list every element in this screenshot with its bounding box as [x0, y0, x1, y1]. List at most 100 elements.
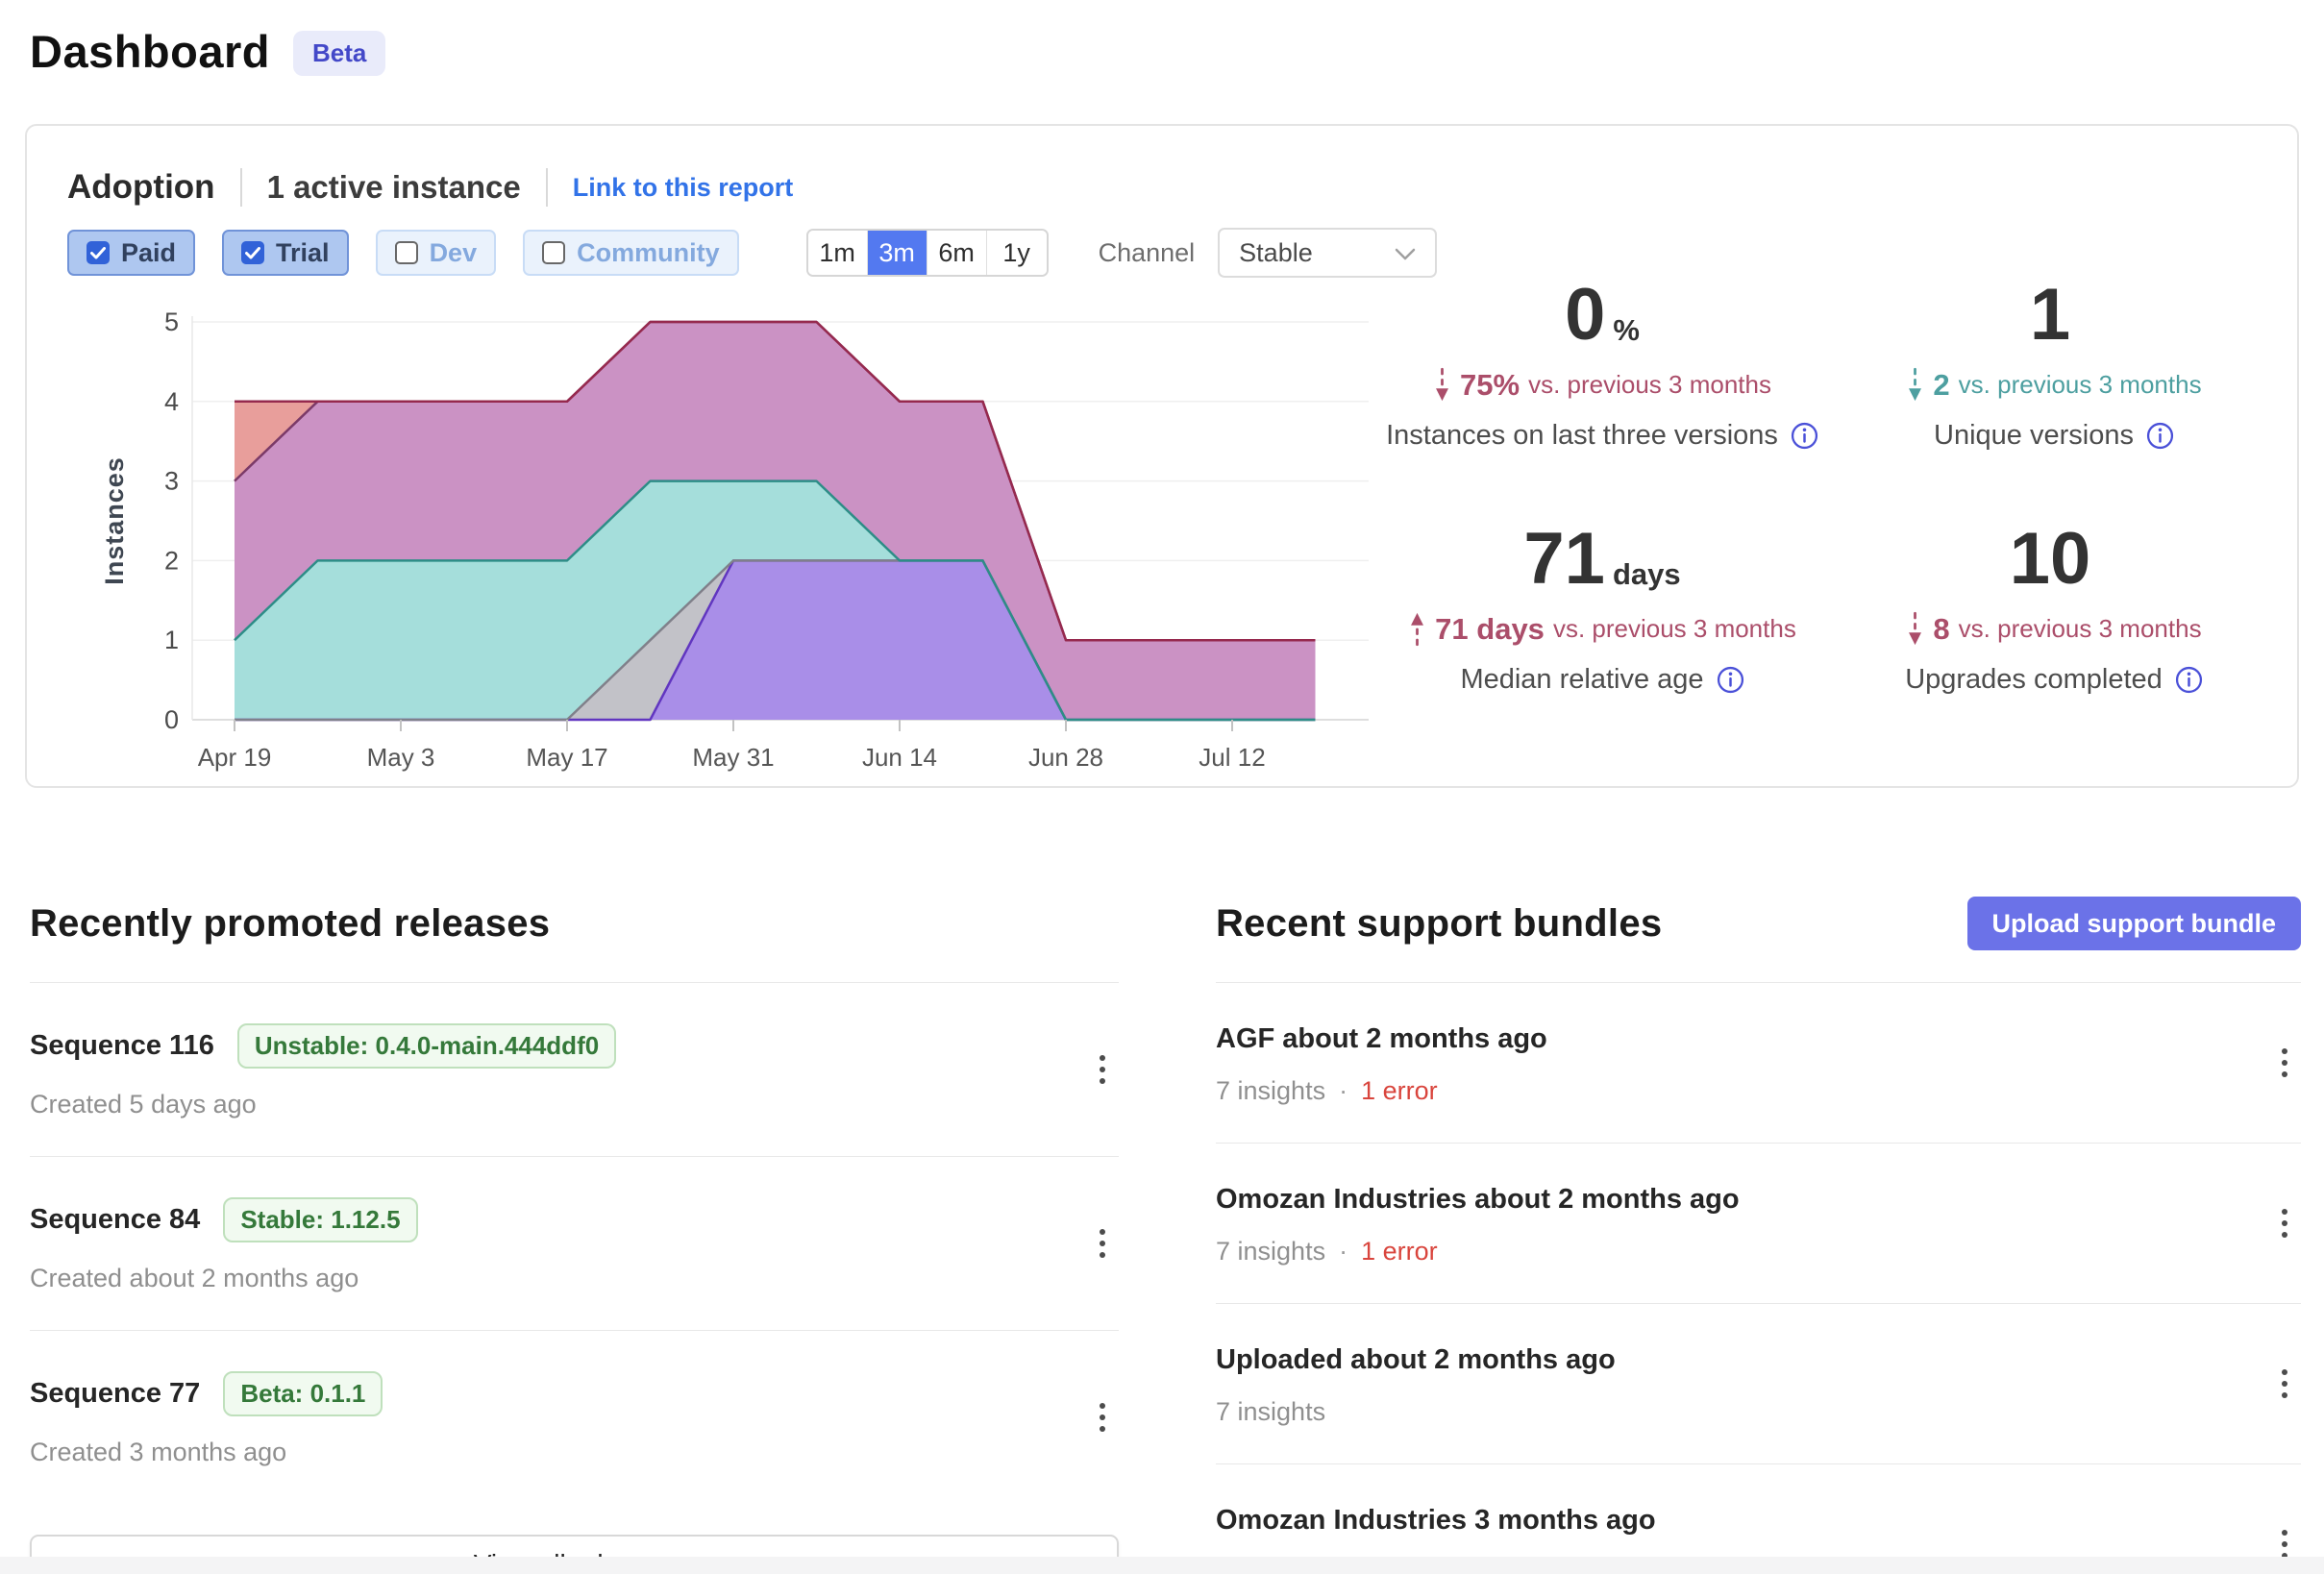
adoption-stats: 0 % 75% vs. previous 3 months Instances … [1376, 261, 2280, 750]
range-3m-button[interactable]: 3m [868, 231, 927, 275]
adoption-area-chart: 5 4 3 2 1 0 Apr 19 May 3 May 17 May 31 Jun 14 Jun 2… [98, 300, 1376, 780]
filter-chip-trial[interactable]: Trial [222, 230, 349, 276]
svg-text:Instances: Instances [100, 456, 129, 585]
active-instances-count: 1 active instance [267, 169, 521, 206]
stat-upgrades-completed: 10 8 vs. previous 3 months Upgrades comp… [1828, 505, 2280, 750]
release-row[interactable]: Sequence 77 Beta: 0.1.1 Created 3 months… [30, 1331, 1119, 1504]
svg-text:5: 5 [164, 307, 179, 336]
bundle-insights: 7 insights [1216, 1237, 1325, 1267]
bundle-errors: 1 error [1361, 1237, 1438, 1267]
stat-label: Instances on last three versions [1376, 420, 1828, 452]
filter-chip-label: Paid [121, 238, 176, 268]
release-row[interactable]: Sequence 84 Stable: 1.12.5 Created about… [30, 1157, 1119, 1331]
release-title: Sequence 84 [30, 1204, 200, 1236]
bottom-edge-strip [0, 1557, 2324, 1574]
filter-chip-label: Dev [430, 238, 478, 268]
divider [546, 168, 548, 207]
kebab-menu-icon[interactable] [1092, 1395, 1113, 1439]
stat-label: Upgrades completed [1828, 664, 2280, 696]
checkbox-icon [241, 241, 264, 264]
svg-text:May 17: May 17 [526, 743, 607, 772]
stat-value: 1 [2030, 279, 2078, 352]
arrow-down-dashed-icon [1433, 367, 1451, 403]
kebab-menu-icon[interactable] [2274, 1201, 2295, 1245]
info-icon[interactable] [2146, 422, 2174, 450]
filter-chip-label: Trial [276, 238, 330, 268]
bundle-title: AGF about 2 months ago [1216, 1023, 1547, 1055]
stat-instances-last-three-versions: 0 % 75% vs. previous 3 months Instances … [1376, 261, 1828, 505]
info-icon[interactable] [1791, 422, 1818, 450]
recent-support-bundles-section: Recent support bundles Upload support bu… [1216, 894, 2301, 1574]
kebab-menu-icon[interactable] [1092, 1221, 1113, 1266]
page-header: Dashboard Beta [30, 25, 385, 78]
stat-median-relative-age: 71 days 71 days vs. previous 3 months Me… [1376, 505, 1828, 750]
checkbox-icon [87, 241, 110, 264]
support-bundles-header: Recent support bundles Upload support bu… [1216, 894, 2301, 953]
time-range-group: 1m 3m 6m 1y [806, 229, 1049, 277]
filter-chip-paid[interactable]: Paid [67, 230, 195, 276]
svg-text:May 3: May 3 [367, 743, 435, 772]
svg-text:4: 4 [164, 387, 179, 416]
arrow-up-dashed-icon [1408, 611, 1426, 647]
support-bundles-heading: Recent support bundles [1216, 902, 1662, 946]
release-created: Created 5 days ago [30, 1090, 1119, 1119]
release-title: Sequence 116 [30, 1030, 214, 1062]
svg-text:Jun 28: Jun 28 [1028, 743, 1103, 772]
channel-label: Channel [1099, 238, 1196, 268]
arrow-down-dashed-icon [1906, 611, 1924, 647]
stat-delta: 2 vs. previous 3 months [1828, 367, 2280, 403]
recently-promoted-releases-section: Recently promoted releases Sequence 116 … [30, 894, 1119, 1574]
svg-text:3: 3 [164, 467, 179, 496]
svg-text:Jun 14: Jun 14 [862, 743, 937, 772]
support-bundle-row[interactable]: Uploaded about 2 months ago 7 insights · [1216, 1304, 2301, 1464]
arrow-down-dashed-icon [1906, 367, 1924, 403]
stat-unique-versions: 1 2 vs. previous 3 months Unique version… [1828, 261, 2280, 505]
info-icon[interactable] [1717, 666, 1744, 694]
info-icon[interactable] [2175, 666, 2203, 694]
channel-selected-value: Stable [1239, 238, 1313, 268]
svg-text:Apr 19: Apr 19 [198, 743, 272, 772]
stat-label: Median relative age [1376, 664, 1828, 696]
range-6m-button[interactable]: 6m [927, 231, 987, 275]
releases-heading: Recently promoted releases [30, 902, 550, 946]
support-bundle-row[interactable]: Omozan Industries about 2 months ago 7 i… [1216, 1144, 2301, 1304]
stat-value: 10 [2010, 523, 2099, 596]
adoption-card: Adoption 1 active instance Link to this … [25, 124, 2299, 788]
link-to-report[interactable]: Link to this report [573, 173, 794, 203]
kebab-menu-icon[interactable] [1092, 1047, 1113, 1092]
svg-text:2: 2 [164, 546, 179, 575]
range-1m-button[interactable]: 1m [808, 231, 868, 275]
svg-text:0: 0 [164, 705, 179, 734]
filter-chip-community[interactable]: Community [523, 230, 739, 276]
adoption-card-header: Adoption 1 active instance Link to this … [67, 168, 793, 207]
release-version-badge: Stable: 1.12.5 [223, 1197, 417, 1242]
bundle-errors: 1 error [1361, 1076, 1438, 1106]
kebab-menu-icon[interactable] [2274, 1362, 2295, 1406]
bundle-title: Omozan Industries 3 months ago [1216, 1505, 1656, 1537]
dot-separator: · [1339, 1237, 1347, 1267]
bundle-insights: 7 insights [1216, 1397, 1325, 1427]
bundle-insights: 7 insights [1216, 1076, 1325, 1106]
svg-text:1: 1 [164, 626, 179, 654]
bundle-title: Uploaded about 2 months ago [1216, 1344, 1616, 1376]
kebab-menu-icon[interactable] [2274, 1041, 2295, 1085]
support-bundle-row[interactable]: AGF about 2 months ago 7 insights · 1 er… [1216, 983, 2301, 1144]
svg-text:May 31: May 31 [692, 743, 774, 772]
stat-delta: 71 days vs. previous 3 months [1376, 611, 1828, 647]
filter-row: Paid Trial Dev Community [67, 228, 1437, 278]
dashboard-page: Dashboard Beta Adoption 1 active instanc… [0, 0, 2324, 1574]
svg-text:Jul 12: Jul 12 [1199, 743, 1265, 772]
release-created: Created about 2 months ago [30, 1264, 1119, 1293]
adoption-title: Adoption [67, 168, 215, 207]
upload-support-bundle-button[interactable]: Upload support bundle [1967, 897, 2301, 950]
stat-delta: 8 vs. previous 3 months [1828, 611, 2280, 647]
stat-value: 0 % [1565, 279, 1640, 352]
bundle-title: Omozan Industries about 2 months ago [1216, 1184, 1740, 1216]
checkbox-icon [395, 241, 418, 264]
range-1y-button[interactable]: 1y [987, 231, 1047, 275]
divider [240, 168, 242, 207]
stat-delta: 75% vs. previous 3 months [1376, 367, 1828, 403]
filter-chip-dev[interactable]: Dev [376, 230, 497, 276]
release-title: Sequence 77 [30, 1378, 200, 1410]
release-row[interactable]: Sequence 116 Unstable: 0.4.0-main.444ddf… [30, 983, 1119, 1157]
